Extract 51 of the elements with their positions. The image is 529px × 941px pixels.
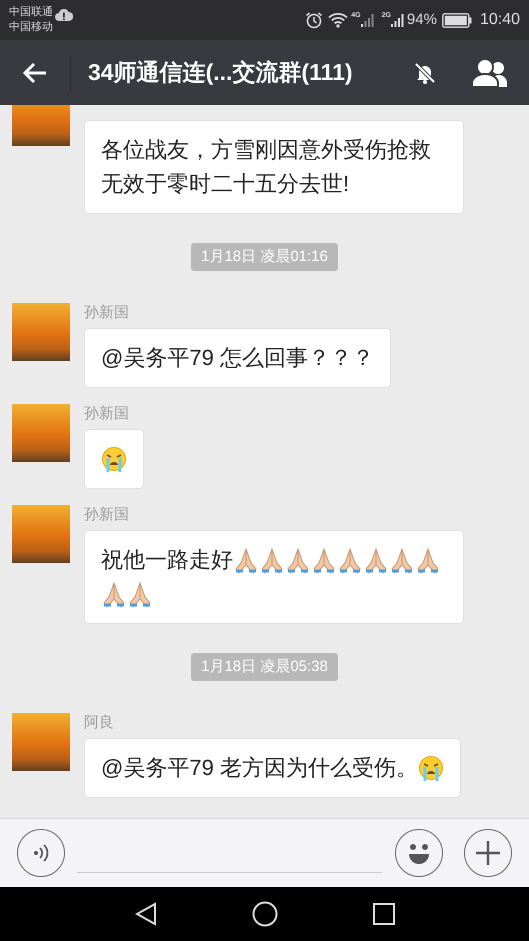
signal-icon xyxy=(390,13,405,27)
back-nav-button[interactable] xyxy=(134,902,156,926)
praying-hands-icon xyxy=(363,547,389,576)
timestamp-label: 1月18日 凌晨01:16 xyxy=(191,243,338,271)
sender-name: 阿良 xyxy=(84,713,114,733)
timestamp-label: 1月18日 凌晨05:38 xyxy=(191,653,338,681)
praying-hands-icon xyxy=(259,547,285,576)
battery-icon xyxy=(442,12,472,28)
crying-face-icon xyxy=(101,446,127,474)
carrier-name: 中国移动 xyxy=(9,20,53,35)
add-button[interactable] xyxy=(464,829,512,877)
sender-name: 孙新国 xyxy=(84,505,129,525)
recents-button[interactable] xyxy=(372,903,394,925)
avatar-photo-placeholder[interactable] xyxy=(12,303,70,361)
message-text: @吴务平79 老方因为什么受伤。 xyxy=(101,755,418,780)
battery-percent: 94% xyxy=(406,10,437,30)
triangle-back-icon xyxy=(134,902,156,926)
praying-hands-icon xyxy=(311,547,337,576)
cloud-alert-icon xyxy=(55,8,73,22)
avatar-photo-placeholder[interactable] xyxy=(12,505,70,563)
chat-title: 34师通信连(...交流群(111) xyxy=(88,58,353,88)
message-text: @吴务平79 怎么回事？？？ xyxy=(101,345,374,370)
signal-icon xyxy=(360,13,375,27)
praying-hands-icon xyxy=(415,547,441,576)
voice-icon xyxy=(33,844,49,862)
sender-name: 孙新国 xyxy=(84,404,129,424)
plus-icon xyxy=(475,840,501,866)
praying-hands-icon xyxy=(101,581,127,610)
praying-hands-icon xyxy=(127,581,153,610)
praying-hands-icon xyxy=(285,547,311,576)
wifi-icon xyxy=(328,12,348,28)
praying-hands-icon xyxy=(337,547,363,576)
clock-time: 10:40 xyxy=(480,10,520,30)
message-text: 各位战友，方雪刚因意外受伤抢救无效于零时二十五分去世! xyxy=(101,137,431,196)
square-recents-icon xyxy=(372,903,394,925)
emoji-button[interactable] xyxy=(395,829,443,877)
message-text: 祝他一路走好 xyxy=(101,547,233,572)
crying-face-icon xyxy=(418,755,444,784)
sender-name: 孙新国 xyxy=(84,303,129,323)
alarm-icon xyxy=(305,11,324,29)
avatar-photo-placeholder[interactable] xyxy=(12,404,70,462)
muted-bell-icon xyxy=(413,60,437,84)
avatar-photo-placeholder[interactable] xyxy=(12,713,70,771)
praying-hands-icon xyxy=(233,547,259,576)
home-circle-icon xyxy=(252,901,278,927)
praying-hands-icon xyxy=(389,547,415,576)
home-button[interactable] xyxy=(252,901,278,927)
carrier-name: 中国联通 xyxy=(9,5,53,20)
back-arrow-icon xyxy=(22,62,48,84)
avatar-photo-placeholder[interactable] xyxy=(12,105,70,146)
voice-button[interactable] xyxy=(17,829,65,877)
